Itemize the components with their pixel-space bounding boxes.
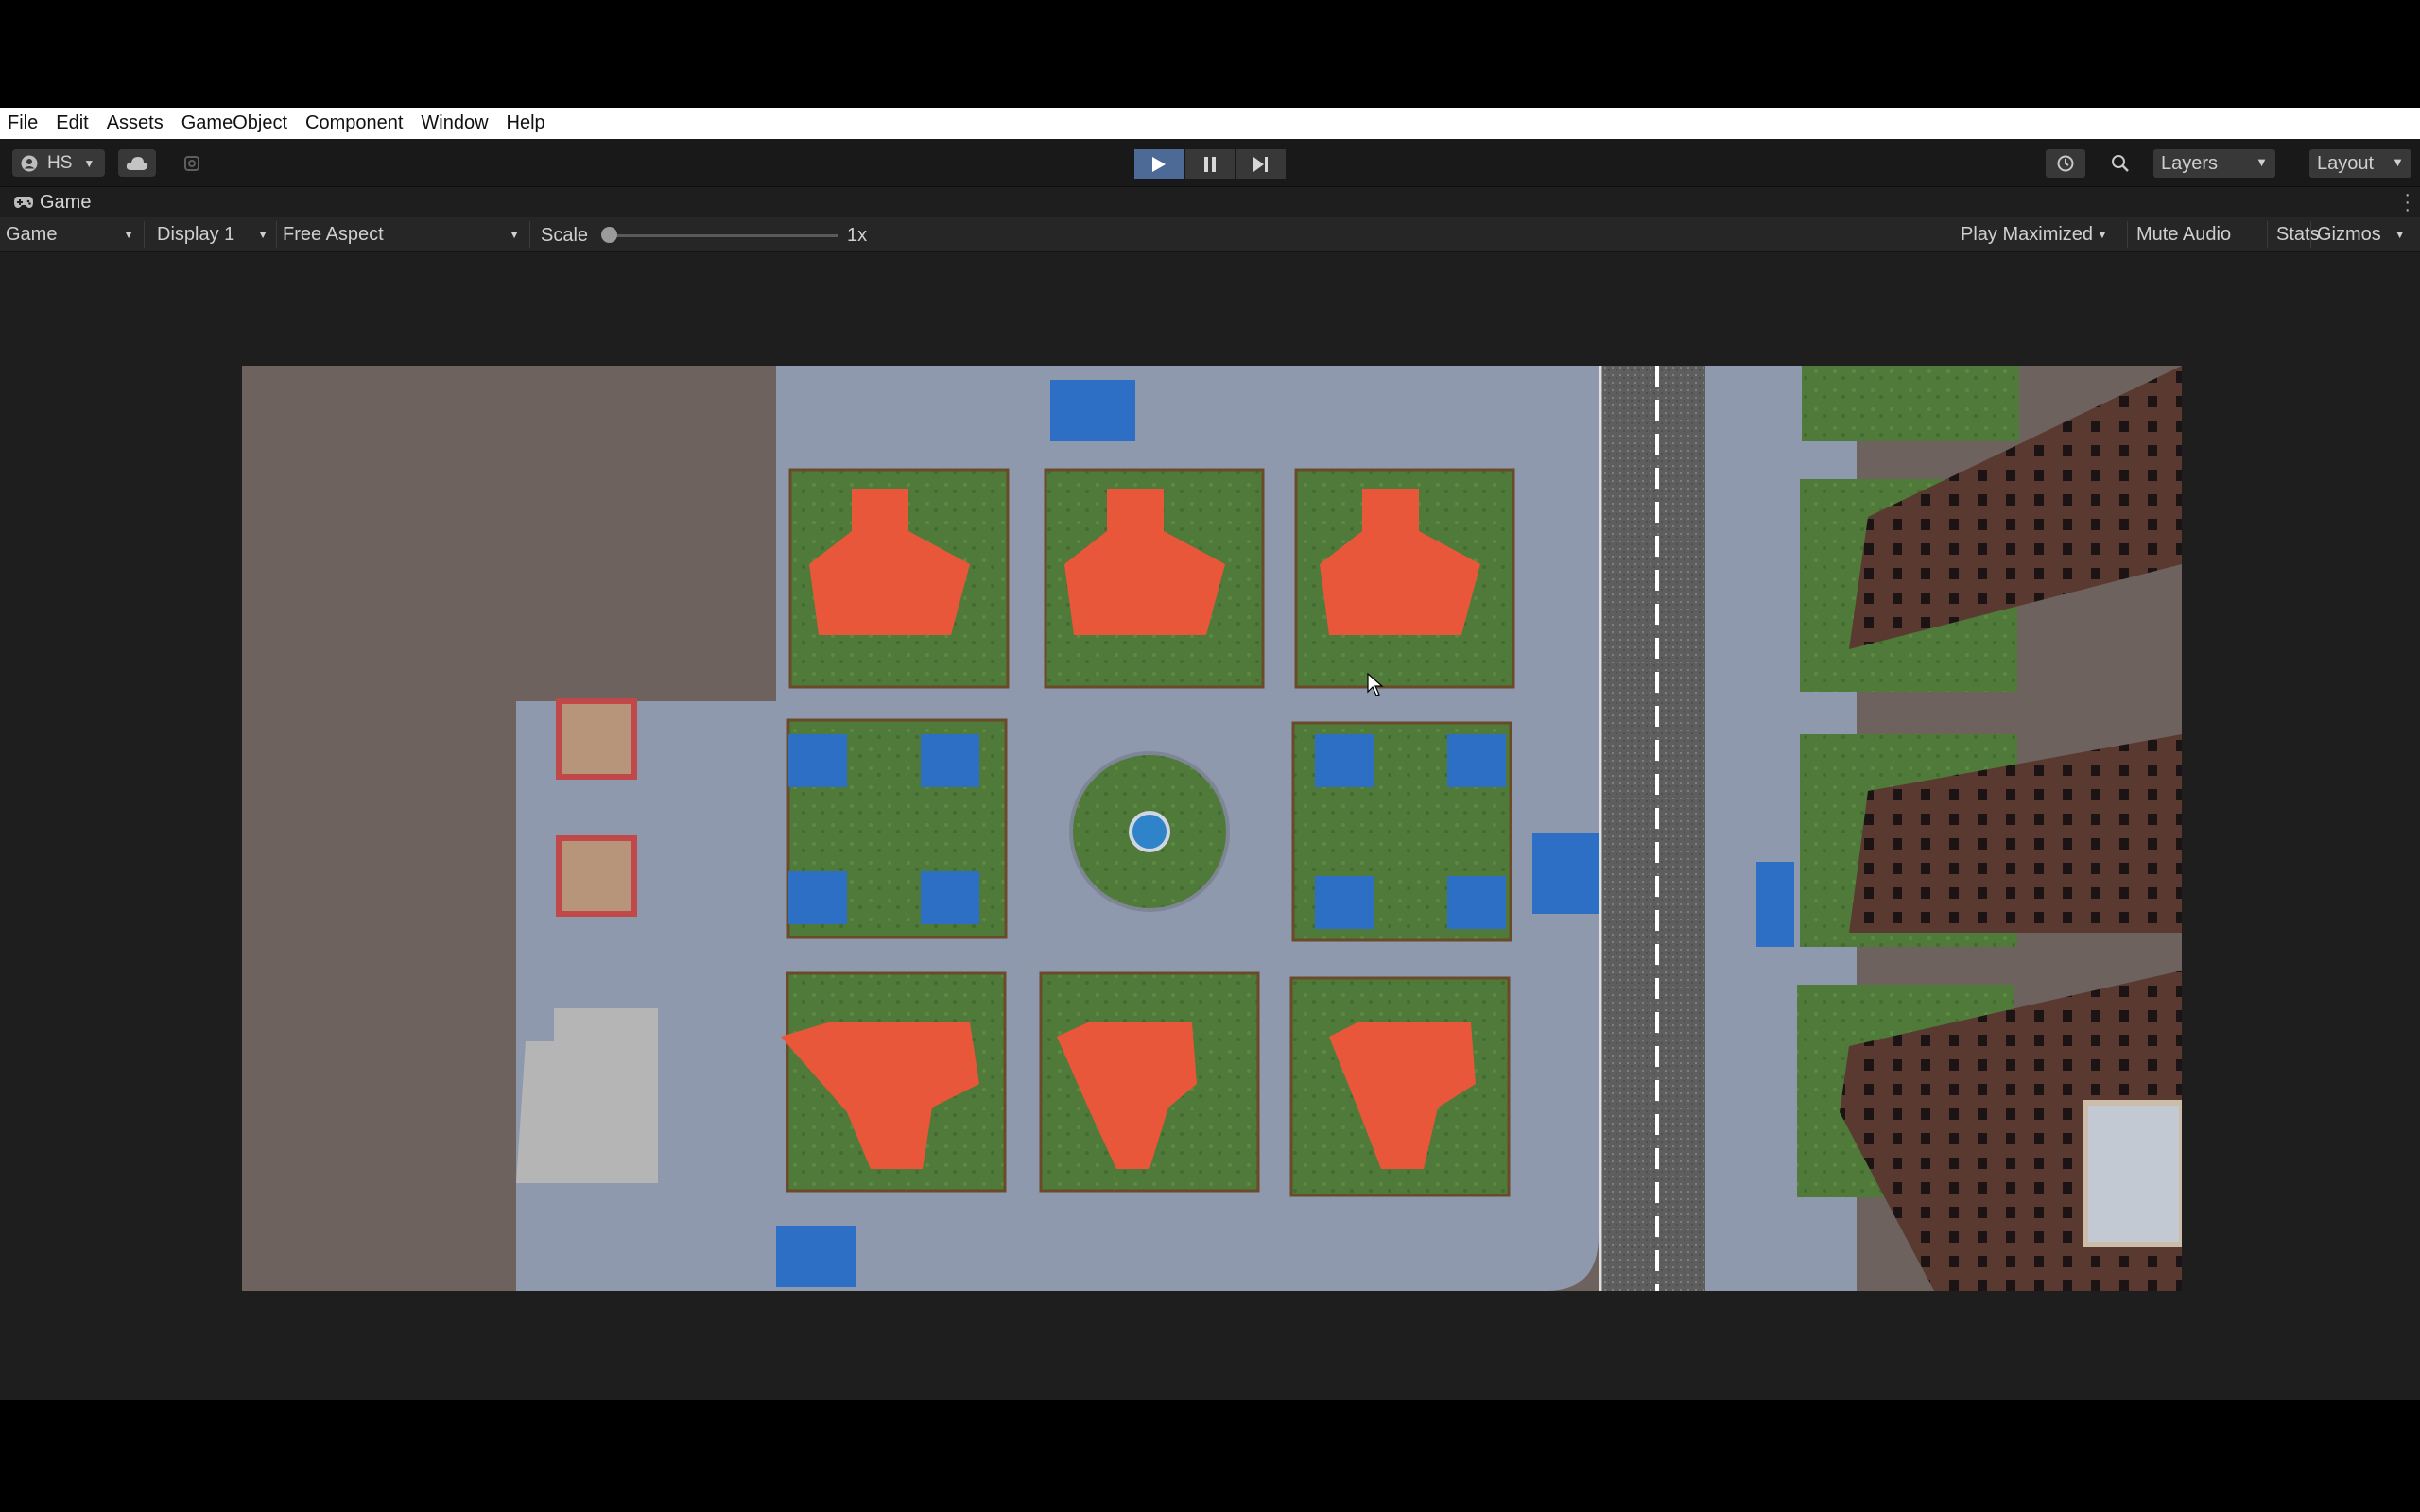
collab-button[interactable] [175, 149, 209, 177]
step-button[interactable] [1236, 149, 1286, 179]
menu-edit[interactable]: Edit [56, 112, 88, 134]
divider [529, 221, 530, 248]
gizmos-label: Gizmos [2317, 223, 2381, 245]
layout-label: Layout [2317, 152, 2375, 174]
divider [144, 221, 145, 248]
city-scene-image [242, 366, 2182, 1291]
play-button[interactable] [1134, 149, 1184, 179]
display-dropdown[interactable]: Display 1 ▼ [151, 221, 276, 248]
scale-label: Scale [541, 225, 589, 246]
history-button[interactable] [2046, 149, 2085, 178]
play-maximized-label: Play Maximized [1961, 223, 2094, 245]
pause-button[interactable] [1185, 149, 1235, 179]
menu-bar: File Edit Assets GameObject Component Wi… [0, 108, 2420, 139]
chevron-down-icon: ▼ [257, 228, 268, 241]
gamepad-icon [14, 197, 33, 208]
scale-slider-track[interactable] [607, 234, 838, 237]
divider [2127, 221, 2128, 248]
menu-help[interactable]: Help [507, 112, 545, 134]
layout-dropdown[interactable]: Layout ▼ [2309, 149, 2411, 178]
divider [2267, 221, 2268, 248]
aspect-label: Free Aspect [283, 223, 384, 245]
scale-slider-handle[interactable] [601, 227, 617, 243]
chevron-down-icon: ▼ [2097, 228, 2108, 241]
collab-icon [184, 155, 199, 171]
tab-game[interactable]: Game [0, 187, 91, 217]
tab-game-label: Game [40, 191, 92, 213]
account-dropdown[interactable]: HS ▼ [12, 149, 105, 177]
step-icon [1253, 156, 1268, 172]
scale-value: 1x [847, 225, 868, 246]
stats-button[interactable]: Stats [2276, 221, 2320, 248]
history-icon [2057, 155, 2074, 172]
game-render[interactable] [242, 366, 2182, 1291]
layers-label: Layers [2161, 152, 2219, 174]
user-icon [21, 155, 38, 171]
mouse-cursor-icon [1367, 673, 1384, 696]
search-icon [2112, 155, 2129, 172]
game-view-toolbar: Game ▼ Display 1 ▼ Free Aspect ▼ Scale 1… [0, 217, 2420, 252]
play-maximized-dropdown[interactable]: Play Maximized ▼ [1961, 221, 2121, 248]
layers-dropdown[interactable]: Layers ▼ [2153, 149, 2275, 178]
chevron-down-icon: ▼ [509, 228, 520, 241]
menu-component[interactable]: Component [305, 112, 403, 134]
play-icon [1152, 156, 1166, 172]
display-label: Display 1 [157, 223, 235, 245]
view-mode-dropdown[interactable]: Game ▼ [0, 221, 142, 248]
mute-audio-label: Mute Audio [2136, 223, 2232, 245]
chevron-down-icon: ▼ [123, 228, 134, 241]
stats-label: Stats [2276, 223, 2320, 245]
view-mode-label: Game [6, 223, 58, 245]
pause-icon [1204, 156, 1216, 172]
menu-file[interactable]: File [8, 112, 38, 134]
game-tab-bar: Game · · · [0, 185, 2420, 219]
cloud-button[interactable] [118, 149, 156, 177]
playback-controls [1134, 149, 1288, 179]
search-button[interactable] [2100, 149, 2140, 178]
chevron-down-icon: ▼ [2392, 155, 2404, 169]
menu-assets[interactable]: Assets [107, 112, 164, 134]
cloud-icon [126, 156, 148, 170]
mute-audio-button[interactable]: Mute Audio [2136, 221, 2231, 248]
menu-gameobject[interactable]: GameObject [182, 112, 287, 134]
main-toolbar: HS ▼ Layers ▼ Layout ▼ [0, 139, 2420, 187]
menu-window[interactable]: Window [421, 112, 488, 134]
chevron-down-icon: ▼ [2256, 155, 2268, 169]
account-label: HS [47, 152, 73, 173]
gizmos-dropdown[interactable]: Gizmos ▼ [2317, 221, 2420, 248]
divider [2310, 221, 2311, 248]
aspect-dropdown[interactable]: Free Aspect ▼ [277, 221, 527, 248]
chevron-down-icon: ▼ [83, 156, 95, 170]
bottom-letterbox [0, 1400, 2420, 1512]
chevron-down-icon: ▼ [2394, 228, 2406, 241]
more-options-icon[interactable]: · · · [2404, 185, 2411, 219]
